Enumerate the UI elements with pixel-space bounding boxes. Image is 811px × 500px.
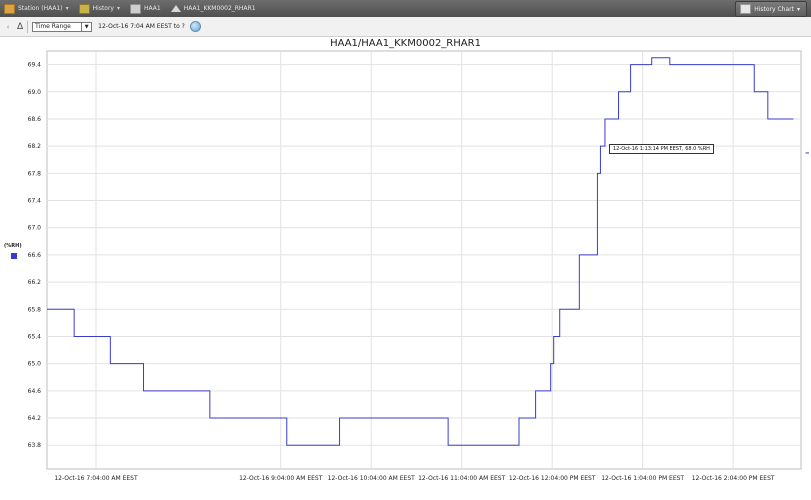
time-range-select[interactable]: Time Range ▼	[32, 21, 93, 32]
y-tick-label: 68.6	[28, 116, 42, 123]
y-tick-label: 65.8	[28, 306, 42, 313]
delta-icon[interactable]: Δ	[17, 22, 23, 32]
toolbar-divider	[27, 20, 29, 33]
breadcrumb-history[interactable]: History ▾	[78, 3, 120, 14]
y-tick-label: 64.6	[28, 388, 42, 395]
chevron-down-icon: ▾	[796, 5, 800, 13]
y-tick-label: 65.4	[28, 333, 42, 340]
nav-bar: Station (HAA1) ▾ History ▾ HAA1 HAA1_KKM…	[0, 0, 811, 18]
x-tick-label: 12-Oct-16 11:04:00 AM EEST	[418, 475, 505, 482]
x-tick-label: 12-Oct-16 7:04:00 AM EEST	[54, 475, 138, 482]
legend-swatch[interactable]	[11, 253, 17, 259]
x-tick-label: 12-Oct-16 1:04:00 PM EEST	[601, 475, 684, 482]
y-tick-label: 63.8	[28, 442, 42, 449]
breadcrumb-station[interactable]: Station (HAA1) ▾	[4, 3, 69, 14]
y-tick-label: 66.2	[28, 279, 42, 286]
chevron-down-icon[interactable]: ▾	[117, 5, 120, 12]
breadcrumb-point[interactable]: HAA1_KKM0002_RHAR1	[170, 5, 256, 12]
breadcrumb-point-label: HAA1_KKM0002_RHAR1	[183, 5, 256, 12]
y-tick-label: 67.4	[28, 198, 42, 205]
data-tooltip: 12-Oct-16 1:13:14 PM EEST, 68.0 %RH	[609, 144, 714, 154]
x-tick-label: 12-Oct-16 9:04:00 AM EEST	[239, 475, 323, 482]
x-tick-label: 12-Oct-16 12:04:00 PM EEST	[509, 475, 596, 482]
breadcrumb-folder-label: HAA1	[144, 5, 161, 12]
breadcrumb-station-label: Station (HAA1)	[18, 5, 63, 12]
breadcrumb-history-label: History	[92, 5, 114, 12]
y-tick-label: 67.0	[28, 225, 42, 232]
y-tick-label: 68.2	[28, 143, 42, 150]
breadcrumb-folder[interactable]: HAA1	[130, 3, 161, 14]
chevron-down-icon[interactable]: ▼	[81, 21, 91, 32]
point-icon	[170, 5, 181, 12]
folder-icon	[130, 3, 142, 14]
chart-icon	[740, 4, 752, 14]
view-selector[interactable]: History Chart ▾	[735, 1, 807, 17]
y-tick-label: 65.0	[28, 361, 42, 368]
y-tick-label: 69.0	[28, 89, 42, 96]
y-axis-unit-label: (%RH)	[4, 243, 22, 249]
chevron-down-icon[interactable]: ▾	[66, 5, 69, 12]
history-icon	[78, 3, 90, 14]
view-selector-label: History Chart	[754, 5, 794, 13]
time-range-text: 12-Oct-16 7:04 AM EEST to ?	[98, 23, 185, 30]
chart-canvas[interactable]: 63.8 64.2 64.6 65.0 65.4 65.8 66.2 66.6 67.0 67.4…	[0, 37, 811, 500]
y-tick-label: 67.8	[28, 170, 42, 177]
y-tick-label: 66.6	[28, 252, 42, 259]
chart-toolbar: ‹ Δ Time Range ▼ 12-Oct-16 7:04 AM EEST …	[0, 17, 811, 37]
time-range-select-value: Time Range	[35, 23, 71, 30]
x-tick-label: 12-Oct-16 10:04:00 AM EEST	[328, 475, 415, 482]
plot-frame	[46, 50, 802, 470]
station-icon	[4, 3, 15, 14]
y-tick-label: 64.2	[28, 415, 42, 422]
x-tick-label: 12-Oct-16 2:04:00 PM EEST	[692, 475, 775, 482]
globe-icon[interactable]	[189, 21, 201, 32]
y-tick-label: 69.4	[28, 62, 42, 69]
history-chart: HAA1/HAA1_KKM0002_RHAR1 63.8 64.2 64.6 65.0…	[0, 37, 811, 500]
back-icon[interactable]: ‹	[2, 20, 14, 34]
